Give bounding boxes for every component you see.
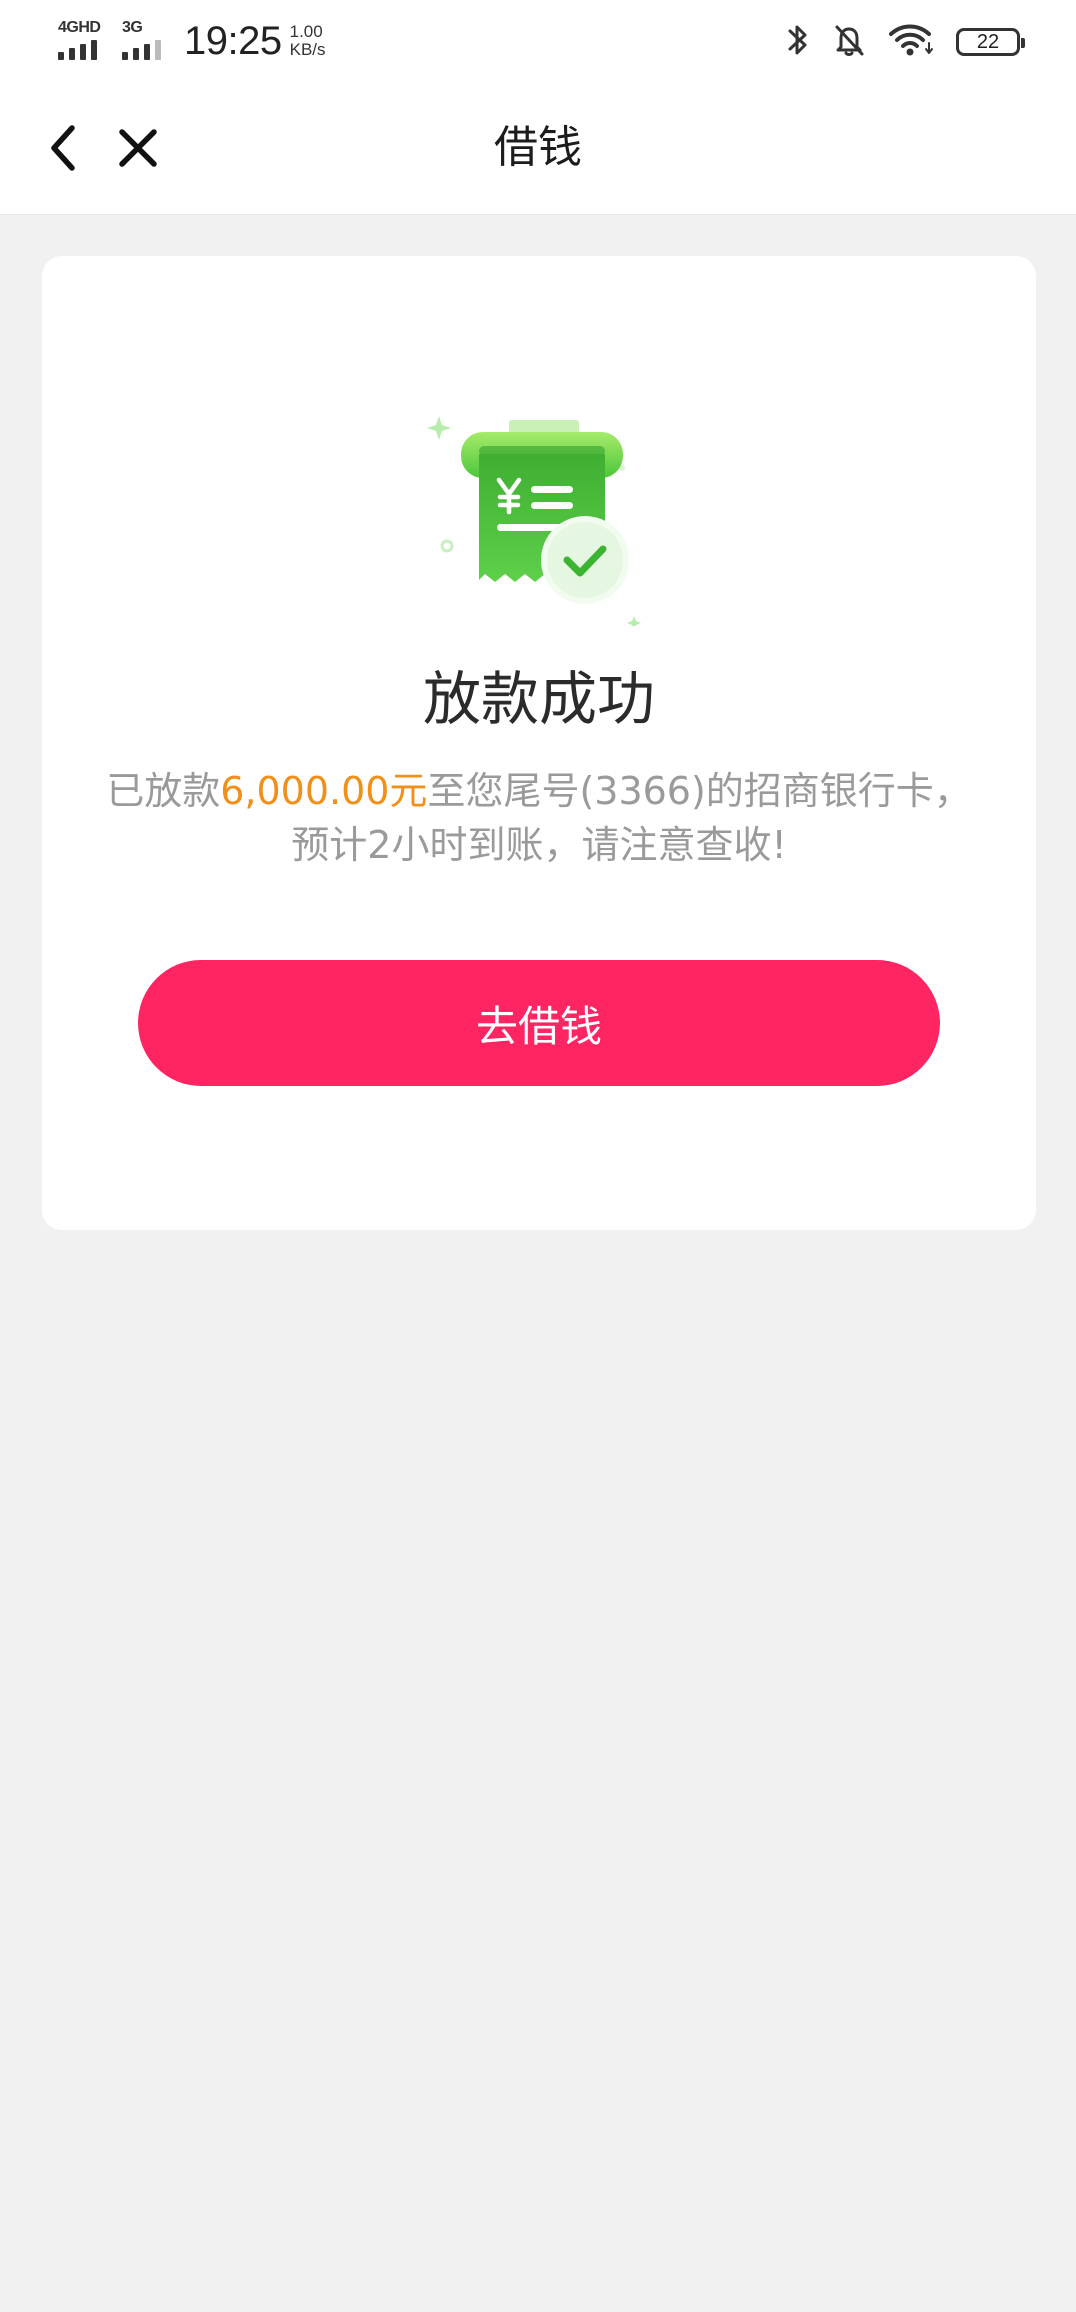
mute-bell-icon	[832, 22, 866, 62]
signal-3g: 3G	[122, 20, 166, 62]
network-type-label: 3G	[122, 19, 143, 36]
battery-level: 22	[976, 30, 1000, 53]
result-card: 放款成功 已放款6,000.00元至您尾号(3366)的招商银行卡，预计2小时到…	[42, 256, 1036, 1230]
battery-icon: 22	[956, 28, 1025, 56]
signal-4g: 4GHD	[58, 20, 108, 62]
status-bar: 4GHD 3G 19:25 1.00 KB/s 22	[0, 0, 1076, 82]
borrow-button[interactable]: 去借钱	[138, 960, 940, 1086]
signal-bars-icon	[122, 40, 161, 60]
success-description: 已放款6,000.00元至您尾号(3366)的招商银行卡，预计2小时到账，请注意…	[102, 764, 976, 872]
clock: 19:25	[184, 18, 282, 63]
network-speed-value: 1.00	[289, 22, 323, 41]
loan-amount: 6,000.00元	[220, 769, 428, 813]
bluetooth-icon	[786, 22, 810, 62]
receipt-check-icon	[427, 416, 641, 626]
network-type-label: 4GHD	[58, 19, 101, 36]
network-speed-unit: KB/s	[289, 40, 326, 59]
success-title: 放款成功	[422, 665, 655, 733]
signal-bars-icon	[58, 40, 97, 60]
network-speed: 1.00 KB/s	[290, 23, 326, 59]
nav-bar: 借钱	[0, 82, 1076, 215]
page-title: 借钱	[494, 122, 582, 173]
status-bar-left: 4GHD 3G 19:25 1.00 KB/s	[58, 16, 326, 66]
description-prefix: 已放款	[106, 769, 221, 813]
status-bar-right: 22	[786, 20, 1025, 64]
wifi-icon	[888, 22, 934, 62]
